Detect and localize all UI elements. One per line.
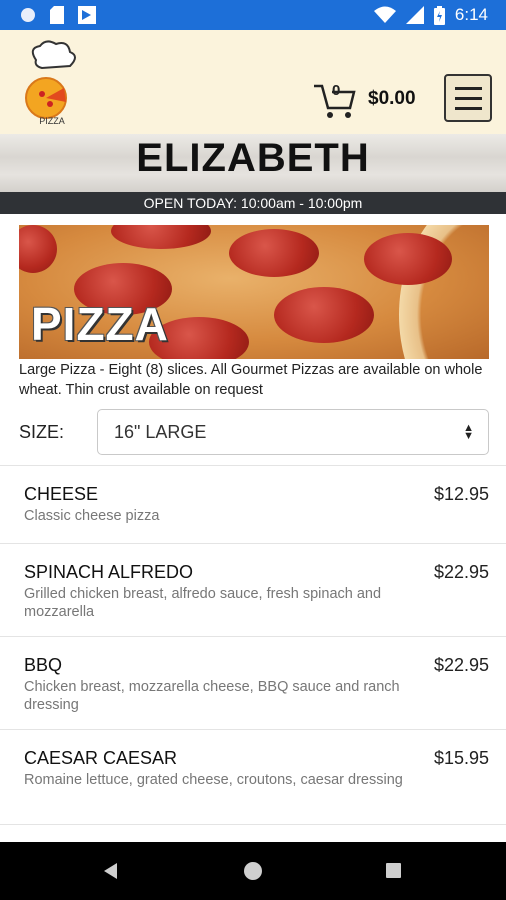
store-hours: OPEN TODAY: 10:00am - 10:00pm: [0, 192, 506, 214]
home-icon[interactable]: [244, 862, 262, 880]
menu-item-cheese[interactable]: CHEESE $12.95 Classic cheese pizza: [0, 465, 506, 543]
pepperoni-icon: [229, 229, 319, 277]
battery-icon: [433, 5, 445, 25]
app-header: PIZZA 0 $0.00: [0, 30, 506, 134]
item-description: Chicken breast, mozzarella cheese, BBQ s…: [24, 679, 400, 713]
signal-icon: [405, 6, 424, 24]
item-price: $15.95: [433, 748, 489, 768]
item-price: $22.95: [433, 562, 489, 582]
menu-line-icon: [455, 107, 482, 110]
store-name: ELIZABETH: [136, 136, 370, 180]
category-banner-image: PIZZA: [19, 225, 489, 359]
item-name: BBQ: [24, 655, 63, 675]
size-select[interactable]: 16" LARGE ▲ ▼: [97, 409, 489, 455]
pepperoni-icon: [111, 225, 211, 249]
item-description: Romaine lettuce, grated cheese, croutons…: [24, 772, 403, 788]
item-description: Grilled chicken breast, alfredo sauce, f…: [24, 586, 382, 620]
category-title: PIZZA: [31, 298, 169, 350]
store-banner: ELIZABETH: [0, 134, 506, 192]
wifi-icon: [373, 6, 396, 23]
menu-item-bbq[interactable]: BBQ $22.95 Chicken breast, mozzarella ch…: [0, 636, 506, 729]
item-price: $12.95: [433, 484, 489, 504]
item-price: $22.95: [433, 655, 489, 675]
menu-item-list: CHEESE $12.95 Classic cheese pizza SPINA…: [0, 465, 506, 844]
menu-item-divider: [0, 824, 506, 844]
circle-notification-icon: [21, 8, 35, 22]
back-icon[interactable]: [104, 863, 117, 879]
recents-icon[interactable]: [386, 863, 401, 878]
size-selected-value: 16" LARGE: [114, 422, 207, 442]
direction-icon: [78, 6, 96, 24]
menu-line-icon: [455, 87, 482, 90]
item-name: CHEESE: [24, 484, 99, 504]
status-left-icons: [20, 6, 96, 24]
menu-item-spinach-alfredo[interactable]: SPINACH ALFREDO $22.95 Grilled chicken b…: [0, 543, 506, 636]
sd-card-icon: [50, 6, 64, 24]
hamburger-menu-button[interactable]: [444, 74, 492, 122]
cart-count-badge: 0: [332, 82, 341, 99]
status-time: 6:14: [454, 5, 488, 24]
pepperoni-icon: [19, 225, 57, 273]
item-name: CAESAR CAESAR: [24, 748, 178, 768]
category-description: Large Pizza - Eight (8) slices. All Gour…: [19, 362, 483, 398]
pepperoni-icon: [274, 287, 374, 343]
item-name: SPINACH ALFREDO: [24, 562, 194, 582]
item-description: Classic cheese pizza: [24, 508, 160, 524]
menu-item-caesar-caesar[interactable]: CAESAR CAESAR $15.95 Romaine lettuce, gr…: [0, 729, 506, 824]
status-right-icons: 6:14: [373, 5, 488, 25]
select-arrows-icon: ▲ ▼: [463, 422, 474, 442]
system-navigation-bar: [0, 842, 506, 900]
svg-text:PIZZA: PIZZA: [39, 116, 65, 126]
restaurant-logo[interactable]: PIZZA: [20, 38, 84, 128]
menu-line-icon: [455, 97, 482, 100]
pepperoni-icon: [364, 233, 452, 285]
status-bar: 6:14: [0, 0, 506, 30]
size-label: SIZE:: [19, 422, 65, 442]
cart-total[interactable]: $0.00: [368, 88, 416, 110]
